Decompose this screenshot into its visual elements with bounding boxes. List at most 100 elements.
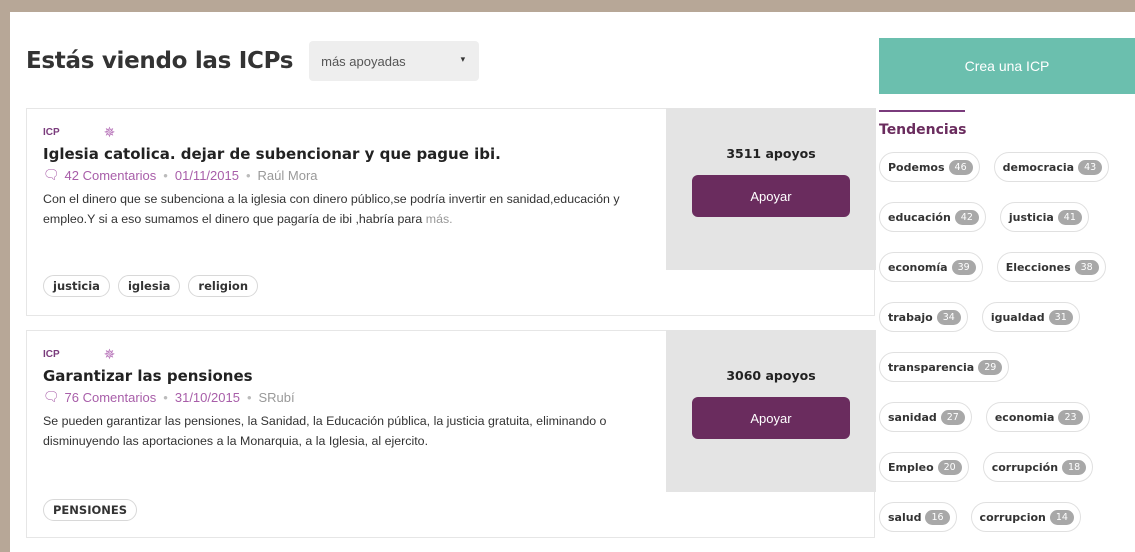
tag[interactable]: justicia	[43, 275, 110, 297]
trend-count: 46	[948, 159, 973, 175]
icp-description-text: Con el dinero que se subenciona a la igl…	[43, 192, 620, 226]
comments-link[interactable]: 42 Comentarios	[65, 168, 157, 183]
trend-name: salud	[888, 510, 922, 524]
trend-name: corrupción	[991, 460, 1059, 474]
page-header: Estás viendo las ICPs más apoyadas ▾	[26, 40, 480, 82]
tag[interactable]: PENSIONES	[43, 499, 138, 521]
icp-tags: PENSIONES	[43, 499, 138, 521]
trend-name: sanidad	[888, 410, 937, 424]
trend-name: igualdad	[990, 310, 1045, 324]
chevron-down-icon: ▾	[460, 54, 466, 64]
trend-pill[interactable]: Elecciones 38	[996, 252, 1106, 282]
trend-pill[interactable]: corrupcion 14	[970, 502, 1081, 532]
lightbulb-icon: ✵	[103, 346, 116, 362]
icp-description: Con el dinero que se subenciona a la igl…	[43, 189, 653, 229]
trend-name: democracia	[1002, 160, 1075, 174]
trends-title: Tendencias	[879, 122, 967, 138]
sort-select[interactable]: más apoyadas ▾	[309, 41, 480, 81]
trend-pill[interactable]: economia 23	[985, 402, 1090, 432]
comment-icon: 🗨	[43, 167, 60, 182]
trend-name: educación	[888, 210, 951, 224]
trend-count: 34	[936, 309, 961, 325]
read-more-link[interactable]: más.	[426, 212, 453, 226]
comment-icon: 🗨	[43, 389, 60, 404]
trend-pill[interactable]: democracia 43	[993, 152, 1110, 182]
meta-separator: •	[245, 167, 251, 183]
support-box: 3511 apoyos Apoyar	[666, 108, 876, 270]
trend-count: 16	[925, 509, 950, 525]
icp-author[interactable]: Raúl Mora	[258, 168, 318, 183]
trend-count: 23	[1058, 409, 1083, 425]
trend-name: economia	[994, 410, 1055, 424]
comments-link[interactable]: 76 Comentarios	[65, 390, 157, 405]
trend-pill[interactable]: corrupción 18	[982, 452, 1094, 482]
icp-card: ICP ✵ Iglesia catolica. dejar de subenci…	[26, 108, 876, 316]
icp-description: Se pueden garantizar las pensiones, la S…	[43, 411, 653, 451]
support-button[interactable]: Apoyar	[692, 175, 850, 217]
trend-pill[interactable]: salud 16	[879, 502, 957, 532]
trend-pill[interactable]: trabajo 34	[879, 302, 968, 332]
icp-date: 31/10/2015	[174, 389, 240, 405]
trend-pill[interactable]: Empleo 20	[879, 452, 969, 482]
support-box: 3060 apoyos Apoyar	[666, 330, 876, 492]
icp-card-body: ICP ✵ Garantizar las pensiones 🗨 76 Come…	[43, 345, 663, 451]
trend-count: 14	[1049, 509, 1074, 525]
tag[interactable]: religion	[188, 275, 259, 297]
trend-row: salud 16 corrupcion 14	[879, 502, 1081, 532]
trend-count: 20	[937, 459, 962, 475]
support-button[interactable]: Apoyar	[692, 397, 850, 439]
icp-meta: 🗨 42 Comentarios • 01/11/2015 • Raúl Mor…	[43, 167, 663, 183]
trend-pill[interactable]: transparencia 29	[879, 352, 1010, 382]
meta-separator: •	[163, 167, 168, 183]
create-icp-button[interactable]: Crea una ICP	[879, 38, 1135, 94]
trend-row: transparencia 29	[879, 352, 1010, 382]
trend-row: Podemos 46 democracia 43	[879, 152, 1110, 182]
trend-name: Podemos	[888, 160, 945, 174]
support-count: 3060 apoyos	[726, 368, 816, 383]
trend-pill[interactable]: Podemos 46	[879, 152, 980, 182]
icp-tags: justicia iglesia religion	[43, 275, 259, 297]
sort-select-value: más apoyadas	[321, 53, 406, 69]
page: Estás viendo las ICPs más apoyadas ▾ ICP…	[10, 12, 1135, 552]
icp-date: 01/11/2015	[174, 167, 239, 183]
trend-name: transparencia	[888, 360, 975, 374]
icp-title[interactable]: Iglesia catolica. dejar de subencionar y…	[43, 145, 663, 163]
icp-card: ICP ✵ Garantizar las pensiones 🗨 76 Come…	[26, 330, 876, 538]
icp-label: ICP	[43, 348, 60, 360]
icp-card-body: ICP ✵ Iglesia catolica. dejar de subenci…	[43, 123, 663, 229]
trend-row: Empleo 20 corrupción 18	[879, 452, 1094, 482]
icp-title[interactable]: Garantizar las pensiones	[43, 367, 663, 385]
meta-separator: •	[246, 389, 252, 405]
trend-count: 29	[978, 359, 1003, 375]
trend-row: economía 39 Elecciones 38	[879, 252, 1106, 282]
trend-count: 31	[1048, 309, 1073, 325]
page-title: Estás viendo las ICPs	[26, 48, 294, 74]
trend-pill[interactable]: educación 42	[879, 202, 986, 232]
trend-count: 43	[1078, 159, 1103, 175]
trend-pill[interactable]: igualdad 31	[981, 302, 1080, 332]
trend-name: Elecciones	[1005, 260, 1071, 274]
support-count: 3511 apoyos	[726, 146, 816, 161]
icp-meta: 🗨 76 Comentarios • 31/10/2015 • SRubí	[43, 389, 663, 405]
trend-row: trabajo 34 igualdad 31	[879, 302, 1080, 332]
trend-count: 39	[951, 259, 976, 275]
icp-author[interactable]: SRubí	[259, 390, 295, 405]
lightbulb-icon: ✵	[103, 124, 116, 140]
icp-label: ICP	[43, 126, 60, 138]
trend-count: 38	[1074, 259, 1099, 275]
trend-count: 27	[940, 409, 965, 425]
trend-name: justicia	[1008, 210, 1054, 224]
trend-count: 18	[1062, 459, 1087, 475]
trends-underline	[879, 110, 965, 112]
tag[interactable]: iglesia	[117, 275, 181, 297]
trend-pill[interactable]: economía 39	[879, 252, 983, 282]
trend-pill[interactable]: sanidad 27	[879, 402, 972, 432]
trend-count: 42	[954, 209, 979, 225]
trend-pill[interactable]: justicia 41	[999, 202, 1089, 232]
trends-sidebar: Tendencias Podemos 46 democracia 43 educac…	[879, 110, 1135, 532]
trend-row: sanidad 27 economia 23	[879, 402, 1090, 432]
trend-name: corrupcion	[979, 510, 1046, 524]
trend-row: educación 42 justicia 41	[879, 202, 1089, 232]
trend-name: economía	[888, 260, 948, 274]
trend-name: trabajo	[888, 310, 933, 324]
